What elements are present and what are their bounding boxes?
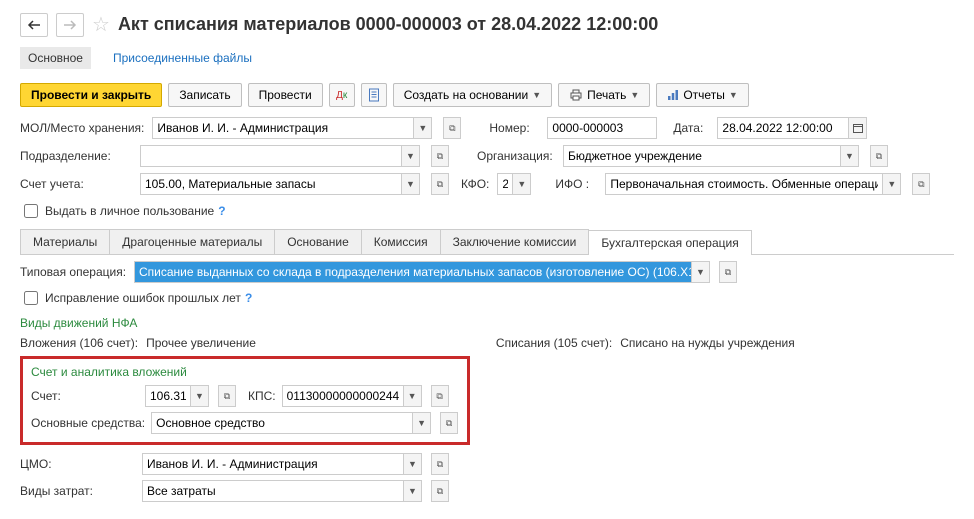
linktab-attached-files[interactable]: Присоединенные файлы <box>105 47 260 69</box>
typical-op-value: Списание выданных со склада в подразделе… <box>135 262 691 282</box>
calendar-button[interactable] <box>848 118 866 138</box>
linktab-main[interactable]: Основное <box>20 47 91 69</box>
open-button[interactable]: ⧉ <box>218 385 236 407</box>
in-value: Прочее увеличение <box>146 336 256 350</box>
dropdown-button[interactable]: ▼ <box>190 386 208 406</box>
os-label: Основные средства: <box>31 416 145 430</box>
nav-forward-button[interactable] <box>56 13 84 37</box>
out-value: Списано на нужды учреждения <box>620 336 795 350</box>
typical-op-combo[interactable]: Списание выданных со склада в подразделе… <box>134 261 710 283</box>
open-button[interactable]: ⧉ <box>431 453 449 475</box>
open-button[interactable]: ⧉ <box>431 480 449 502</box>
tab-commission[interactable]: Комиссия <box>361 229 441 254</box>
open-button[interactable]: ⧉ <box>870 145 888 167</box>
printer-icon <box>569 89 583 101</box>
dropdown-button[interactable]: ▼ <box>412 413 430 433</box>
cmo-label: ЦМО: <box>20 457 136 471</box>
save-button[interactable]: Записать <box>168 83 241 107</box>
open-button[interactable]: ⧉ <box>440 412 458 434</box>
dropdown-button[interactable]: ▼ <box>401 174 419 194</box>
reports-button[interactable]: Отчеты ▼ <box>656 83 748 107</box>
cmo-input[interactable] <box>143 454 403 474</box>
dropdown-button[interactable]: ▼ <box>403 454 421 474</box>
post-button[interactable]: Провести <box>248 83 323 107</box>
out-label: Списания (105 счет): <box>496 336 612 350</box>
debit-credit-icon: Дк <box>336 90 347 101</box>
kps-label: КПС: <box>248 389 276 403</box>
open-button[interactable]: ⧉ <box>431 145 449 167</box>
dropdown-button[interactable]: ▼ <box>401 146 419 166</box>
open-button[interactable]: ⧉ <box>431 173 449 195</box>
os-input[interactable] <box>152 413 412 433</box>
help-icon[interactable]: ? <box>245 291 252 305</box>
open-button[interactable]: ⧉ <box>719 261 737 283</box>
in-label: Вложения (106 счет): <box>20 336 138 350</box>
kfo-input[interactable] <box>498 174 512 194</box>
inner-account-label: Счет: <box>31 389 139 403</box>
dept-label: Подразделение: <box>20 149 132 163</box>
open-button[interactable]: ⧉ <box>443 117 461 139</box>
tab-basis[interactable]: Основание <box>274 229 362 254</box>
ifo-input[interactable] <box>606 174 882 194</box>
typical-op-label: Типовая операция: <box>20 265 128 279</box>
favorite-star-icon[interactable]: ☆ <box>92 12 110 37</box>
account-label: Счет учета: <box>20 177 132 191</box>
dropdown-button[interactable]: ▼ <box>840 146 858 166</box>
reports-icon <box>667 89 679 101</box>
tab-materials[interactable]: Материалы <box>20 229 110 254</box>
fix-errors-checkbox[interactable] <box>24 291 38 305</box>
org-input[interactable] <box>564 146 840 166</box>
chevron-down-icon: ▼ <box>729 90 738 100</box>
dept-input[interactable] <box>141 146 401 166</box>
dropdown-button[interactable]: ▼ <box>403 481 421 501</box>
number-label: Номер: <box>489 121 539 135</box>
account-input[interactable] <box>141 174 401 194</box>
fix-errors-label: Исправление ошибок прошлых лет <box>45 291 241 305</box>
cost-label: Виды затрат: <box>20 484 136 498</box>
org-label: Организация: <box>477 149 555 163</box>
tab-precious[interactable]: Драгоценные материалы <box>109 229 275 254</box>
page-title: Акт списания материалов 0000-000003 от 2… <box>118 14 658 35</box>
chevron-down-icon: ▼ <box>532 90 541 100</box>
section-title: Счет и аналитика вложений <box>31 365 459 379</box>
number-input[interactable] <box>548 118 656 138</box>
tab-accounting[interactable]: Бухгалтерская операция <box>588 230 751 255</box>
dropdown-button[interactable]: ▼ <box>691 262 709 282</box>
mol-input[interactable] <box>153 118 413 138</box>
highlighted-section: Счет и аналитика вложений Счет: ▼ ⧉ КПС:… <box>20 356 470 445</box>
dropdown-button[interactable]: ▼ <box>403 386 421 406</box>
inner-account-input[interactable] <box>146 386 190 406</box>
mol-label: МОЛ/Место хранения: <box>20 121 144 135</box>
debit-credit-button[interactable]: Дк <box>329 83 355 107</box>
create-based-on-button[interactable]: Создать на основании ▼ <box>393 83 552 107</box>
document-icon <box>368 88 380 102</box>
kps-input[interactable] <box>283 386 403 406</box>
help-icon[interactable]: ? <box>218 204 225 218</box>
date-label: Дата: <box>673 121 709 135</box>
cost-input[interactable] <box>143 481 403 501</box>
dropdown-button[interactable]: ▼ <box>413 118 431 138</box>
post-and-close-button[interactable]: Провести и закрыть <box>20 83 162 107</box>
chevron-down-icon: ▼ <box>630 90 639 100</box>
ifo-label: ИФО : <box>555 177 597 191</box>
document-icon-button[interactable] <box>361 83 387 107</box>
open-button[interactable]: ⧉ <box>912 173 930 195</box>
give-personal-label: Выдать в личное пользование <box>45 204 214 218</box>
open-button[interactable]: ⧉ <box>431 385 449 407</box>
tab-conclusion[interactable]: Заключение комиссии <box>440 229 590 254</box>
dropdown-button[interactable]: ▼ <box>512 174 530 194</box>
movements-title: Виды движений НФА <box>20 316 954 330</box>
dropdown-button[interactable]: ▼ <box>882 174 900 194</box>
print-button[interactable]: Печать ▼ <box>558 83 650 107</box>
date-input[interactable] <box>718 118 848 138</box>
nav-back-button[interactable] <box>20 13 48 37</box>
kfo-label: КФО: <box>461 177 489 191</box>
give-personal-checkbox[interactable] <box>24 204 38 218</box>
